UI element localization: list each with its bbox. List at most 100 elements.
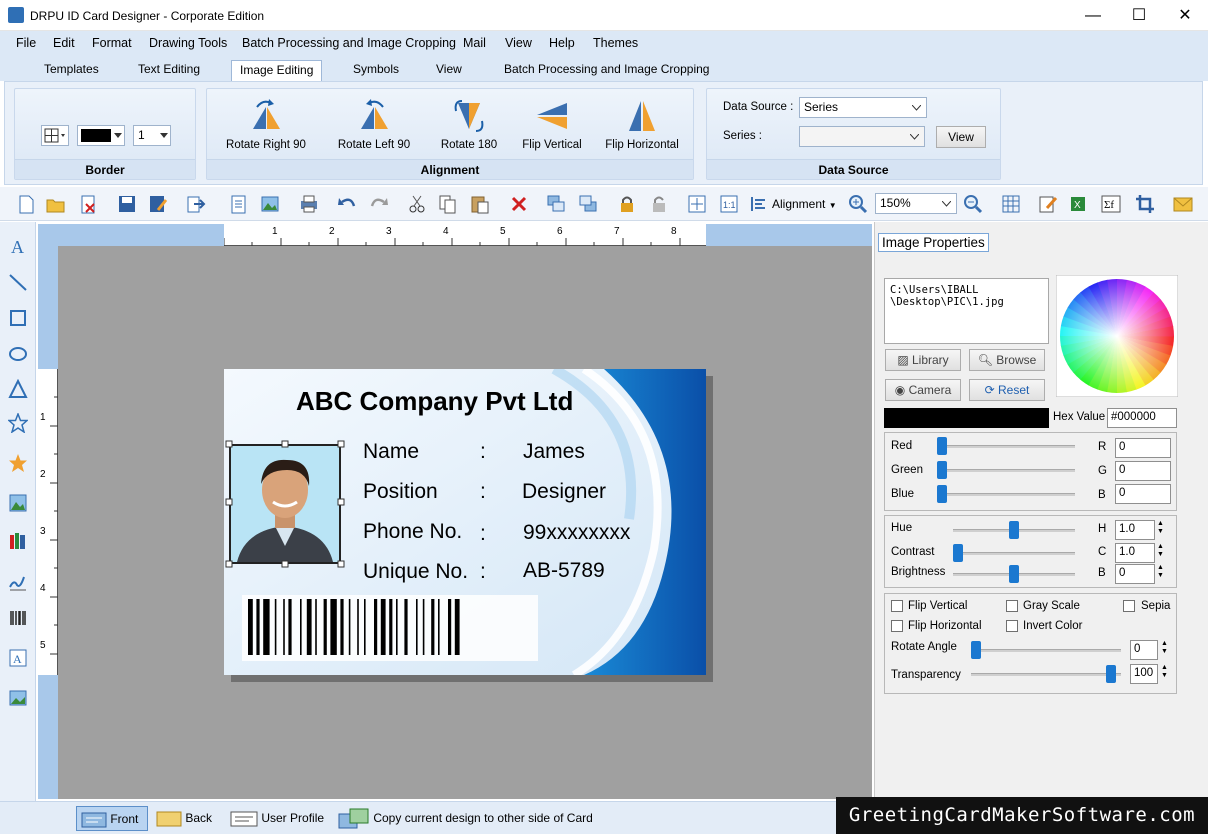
data-source-dropdown[interactable]: Series xyxy=(799,97,927,118)
camera-button[interactable]: ◉ Camera xyxy=(885,379,961,401)
zoom-out-icon[interactable] xyxy=(963,194,983,214)
star-tool-icon[interactable] xyxy=(8,413,28,433)
flip-vertical-checkbox[interactable] xyxy=(891,600,903,612)
brightness-spinner[interactable]: ▲ ▼ xyxy=(1157,564,1164,580)
transparency-thumb[interactable] xyxy=(1106,665,1116,683)
phone-label[interactable]: Phone No. xyxy=(363,520,462,544)
tab-symbols[interactable]: Symbols xyxy=(345,60,407,81)
maximize-button[interactable]: ☐ xyxy=(1116,0,1162,31)
tab-text-editing[interactable]: Text Editing xyxy=(130,60,208,81)
rotate-left-90-button[interactable]: Rotate Left 90 xyxy=(329,99,419,151)
flip-horizontal-button[interactable]: Flip Horizontal xyxy=(597,99,687,151)
ellipse-tool-icon[interactable] xyxy=(8,344,28,364)
line-tool-icon[interactable] xyxy=(8,272,28,292)
hue-slider-thumb[interactable] xyxy=(1009,521,1019,539)
position-label[interactable]: Position xyxy=(363,480,438,504)
undo-icon[interactable] xyxy=(337,194,357,214)
print-icon[interactable] xyxy=(299,194,319,214)
transparency-value[interactable]: 100 xyxy=(1130,664,1158,684)
name-value[interactable]: James xyxy=(523,440,585,464)
image-path-field[interactable]: C:\Users\IBALL \Desktop\PIC\1.jpg xyxy=(884,278,1049,344)
menu-drawing-tools[interactable]: Drawing Tools xyxy=(149,36,227,50)
image-icon[interactable] xyxy=(260,194,280,214)
transparency-spinner[interactable]: ▲ ▼ xyxy=(1161,664,1168,680)
unlock-icon[interactable] xyxy=(649,194,669,214)
flip-horizontal-checkbox[interactable] xyxy=(891,620,903,632)
red-slider[interactable] xyxy=(941,445,1075,448)
edit-list-icon[interactable] xyxy=(1038,194,1058,214)
invert-color-checkbox[interactable] xyxy=(1006,620,1018,632)
properties-icon[interactable] xyxy=(229,194,249,214)
flip-vertical-button[interactable]: Flip Vertical xyxy=(507,99,597,151)
rotate-180-button[interactable]: Rotate 180 xyxy=(429,99,509,151)
send-back-icon[interactable] xyxy=(578,194,598,214)
menu-format[interactable]: Format xyxy=(92,36,132,50)
actual-size-icon[interactable]: 1:1 xyxy=(719,194,739,214)
bring-front-icon[interactable] xyxy=(546,194,566,214)
user-profile-button[interactable]: User Profile xyxy=(230,806,330,831)
green-slider-thumb[interactable] xyxy=(937,461,947,479)
tab-view[interactable]: View xyxy=(428,60,470,81)
contrast-value[interactable]: 1.0 xyxy=(1115,543,1155,563)
rectangle-tool-icon[interactable] xyxy=(8,308,28,328)
menu-themes[interactable]: Themes xyxy=(593,36,638,50)
symbol-tool-icon[interactable] xyxy=(8,453,28,473)
blue-slider-thumb[interactable] xyxy=(937,485,947,503)
green-slider[interactable] xyxy=(941,469,1075,472)
rotate-angle-spinner[interactable]: ▲ ▼ xyxy=(1161,640,1168,656)
contrast-slider-thumb[interactable] xyxy=(953,544,963,562)
grid-icon[interactable] xyxy=(1001,194,1021,214)
formula-icon[interactable]: Σf xyxy=(1101,194,1121,214)
tab-batch-processing[interactable]: Batch Processing and Image Cropping xyxy=(496,60,717,81)
id-card[interactable]: ABC Company Pvt Ltd Name : James Positio… xyxy=(224,369,706,675)
blue-value[interactable]: 0 xyxy=(1115,484,1171,504)
border-width-dropdown[interactable]: 1 xyxy=(133,125,171,146)
color-wheel[interactable] xyxy=(1056,275,1178,397)
save-as-icon[interactable] xyxy=(148,194,168,214)
zoom-in-icon[interactable] xyxy=(848,194,868,214)
hue-spinner[interactable]: ▲ ▼ xyxy=(1157,520,1164,536)
new-icon[interactable] xyxy=(16,194,36,214)
contrast-spinner[interactable]: ▲ ▼ xyxy=(1157,543,1164,559)
cut-icon[interactable] xyxy=(407,194,427,214)
close-button[interactable]: ✕ xyxy=(1162,0,1208,31)
blue-slider[interactable] xyxy=(941,493,1075,496)
rotate-right-90-button[interactable]: Rotate Right 90 xyxy=(221,99,311,151)
copy-design-button[interactable]: Copy current design to other side of Car… xyxy=(338,806,608,831)
view-button[interactable]: View xyxy=(936,126,986,148)
barcode[interactable] xyxy=(242,595,538,661)
menu-batch-processing[interactable]: Batch Processing and Image Cropping xyxy=(242,36,456,50)
company-name[interactable]: ABC Company Pvt Ltd xyxy=(296,386,573,417)
delete-icon[interactable] xyxy=(509,194,529,214)
menu-view[interactable]: View xyxy=(505,36,532,50)
unique-no-label[interactable]: Unique No. xyxy=(363,560,468,584)
alignment-dropdown[interactable]: Alignment ▼ xyxy=(772,197,837,211)
hex-value-field[interactable]: #000000 xyxy=(1107,408,1177,428)
sepia-checkbox[interactable] xyxy=(1123,600,1135,612)
red-value[interactable]: 0 xyxy=(1115,438,1171,458)
front-side-button[interactable]: Front xyxy=(76,806,148,831)
rotate-angle-slider[interactable] xyxy=(971,649,1121,652)
name-label[interactable]: Name xyxy=(363,440,419,464)
barcode-tool-icon[interactable] xyxy=(8,608,28,628)
paste-icon[interactable] xyxy=(470,194,490,214)
picture-tool-icon[interactable] xyxy=(8,493,28,513)
crop-icon[interactable] xyxy=(1135,194,1155,214)
border-style-dropdown[interactable] xyxy=(41,125,69,146)
gray-scale-checkbox[interactable] xyxy=(1006,600,1018,612)
back-side-button[interactable]: Back xyxy=(156,806,224,831)
series-dropdown[interactable] xyxy=(799,126,925,147)
green-value[interactable]: 0 xyxy=(1115,461,1171,481)
library-tool-icon[interactable] xyxy=(8,531,28,551)
minimize-button[interactable]: — xyxy=(1070,0,1116,31)
close-file-icon[interactable] xyxy=(78,194,98,214)
excel-icon[interactable]: X xyxy=(1069,194,1089,214)
reset-button[interactable]: ⟳ Reset xyxy=(969,379,1045,401)
watermark-tool-icon[interactable]: A xyxy=(8,648,28,668)
rotate-angle-value[interactable]: 0 xyxy=(1130,640,1158,660)
rotate-angle-thumb[interactable] xyxy=(971,641,981,659)
zoom-dropdown[interactable]: 150% xyxy=(875,193,957,214)
redo-icon[interactable] xyxy=(369,194,389,214)
brightness-value[interactable]: 0 xyxy=(1115,564,1155,584)
open-icon[interactable] xyxy=(46,194,66,214)
